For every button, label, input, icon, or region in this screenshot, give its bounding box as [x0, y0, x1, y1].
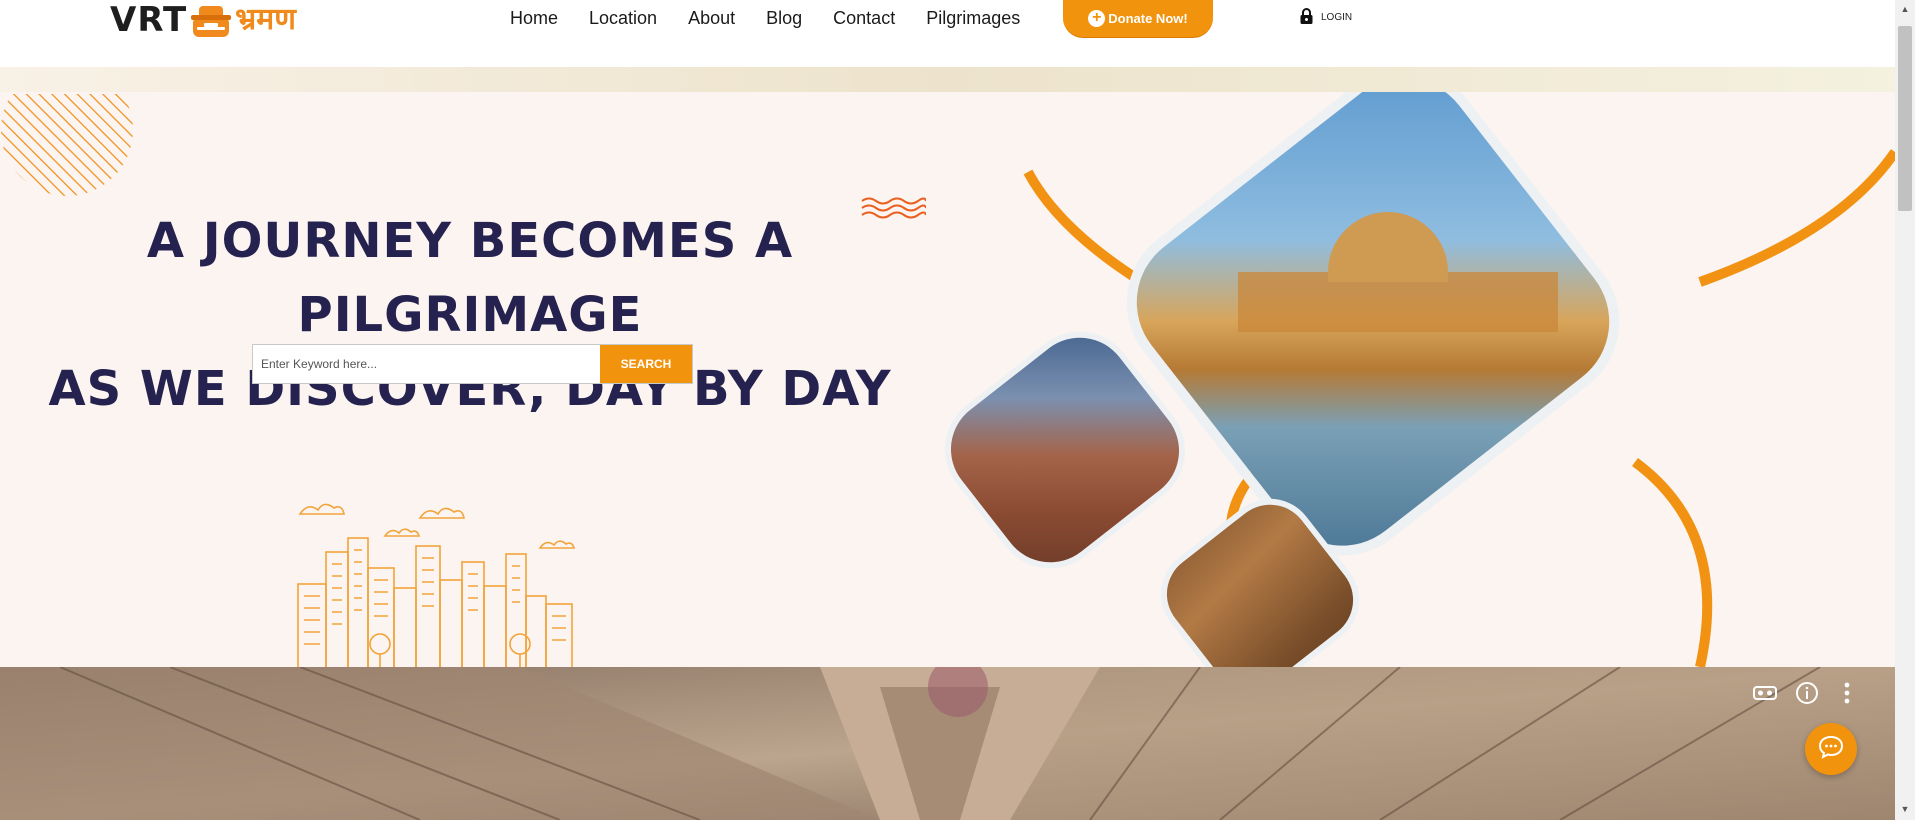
donate-button[interactable]: + Donate Now! [1063, 0, 1213, 38]
nav-pilgrimages[interactable]: Pilgrimages [926, 8, 1020, 29]
hero-title-line1: A JOURNEY BECOMES A PILGRIMAGE [146, 213, 794, 343]
donate-label: Donate Now! [1108, 11, 1188, 26]
lock-icon [1300, 8, 1313, 27]
video-360-panel[interactable] [0, 667, 1895, 820]
page-scrollbar[interactable]: ▲ ▼ [1895, 0, 1915, 820]
logo-person-icon [191, 3, 232, 37]
login-link[interactable]: LOGIN [1300, 8, 1352, 27]
logo-hindi-text: भ्रमण [235, 2, 296, 37]
search-input[interactable] [253, 345, 600, 383]
header-divider-strip [0, 67, 1895, 92]
scroll-up-arrow-icon[interactable]: ▲ [1899, 4, 1911, 16]
hero-title: A JOURNEY BECOMES A PILGRIMAGE AS WE DIS… [0, 204, 940, 426]
striped-circle-decoration [1, 94, 133, 196]
plus-circle-icon: + [1088, 10, 1106, 27]
nav-contact[interactable]: Contact [833, 8, 895, 29]
city-illustration [297, 503, 576, 667]
nav-about[interactable]: About [688, 8, 735, 29]
search-button[interactable]: SEARCH [600, 345, 692, 383]
more-vertical-icon[interactable] [1834, 680, 1860, 706]
logo-text: VRT [110, 0, 188, 40]
site-header: VRT भ्रमण Home Location About Blog Conta… [0, 0, 1895, 67]
scroll-thumb[interactable] [1898, 26, 1912, 211]
hero-section: A JOURNEY BECOMES A PILGRIMAGE AS WE DIS… [0, 92, 1895, 667]
info-icon[interactable] [1794, 680, 1820, 706]
carved-ceiling-image [0, 667, 1895, 820]
nav-blog[interactable]: Blog [766, 8, 802, 29]
chat-button[interactable] [1805, 723, 1857, 775]
search-form: SEARCH [252, 344, 693, 384]
nav-home[interactable]: Home [510, 8, 558, 29]
site-logo[interactable]: VRT भ्रमण [110, 0, 296, 40]
chat-bubble-icon [1818, 735, 1844, 764]
nav-location[interactable]: Location [589, 8, 657, 29]
vr-headset-icon[interactable] [1752, 680, 1778, 706]
main-nav: Home Location About Blog Contact Pilgrim… [510, 0, 1020, 36]
scroll-down-arrow-icon[interactable]: ▼ [1899, 804, 1911, 816]
login-label: LOGIN [1321, 12, 1353, 23]
